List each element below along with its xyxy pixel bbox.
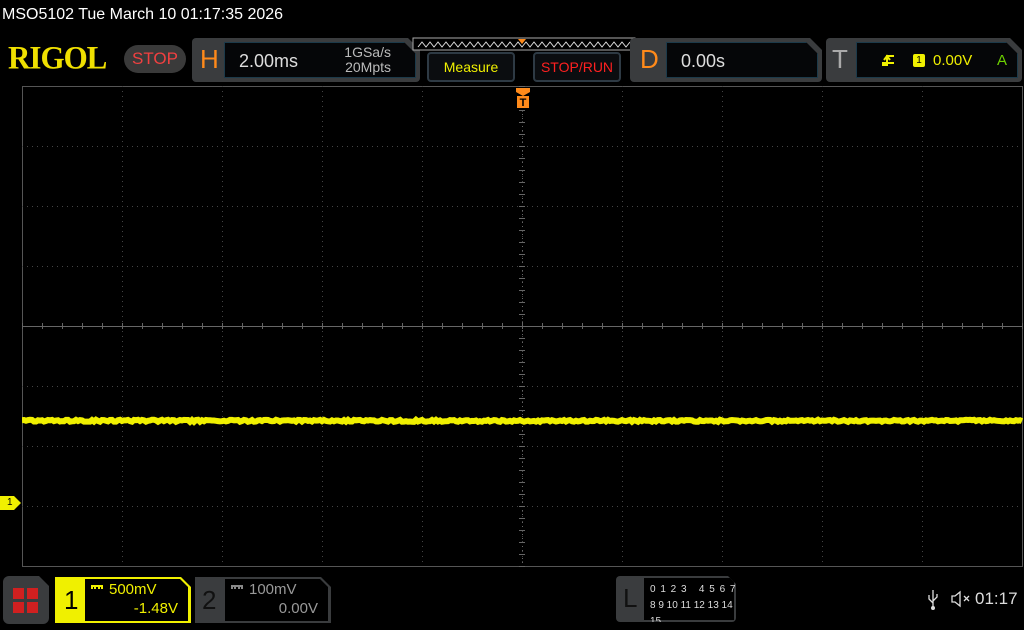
sample-rate: 1GSa/s xyxy=(344,44,391,60)
svg-text:T: T xyxy=(520,97,527,109)
waveform-display[interactable] xyxy=(22,86,1023,567)
grid-menu-icon xyxy=(13,588,39,614)
measure-button[interactable]: Measure xyxy=(427,52,515,82)
trigger-label: T xyxy=(832,39,848,79)
memory-position-bar[interactable] xyxy=(412,37,636,51)
usb-icon xyxy=(927,589,939,611)
logic-label: L xyxy=(623,583,637,614)
channel1-offset: -1.48V xyxy=(134,600,178,617)
delay-label: D xyxy=(640,39,659,79)
channel2-offset: 0.00V xyxy=(279,600,318,617)
channel1-number: 1 xyxy=(64,585,78,616)
memory-depth: 20Mpts xyxy=(345,59,391,75)
menu-button[interactable] xyxy=(3,576,49,624)
horizontal-panel[interactable]: H 2.00ms 1GSa/s 20Mpts xyxy=(192,38,420,82)
clock: 01:17 xyxy=(975,589,1018,609)
rigol-logo: RIGOL xyxy=(8,39,106,77)
run-state-badge[interactable]: STOP xyxy=(124,45,186,73)
trigger-position-icon[interactable]: T xyxy=(516,88,531,110)
timebase-value: 2.00ms xyxy=(239,51,298,72)
horizontal-label: H xyxy=(200,39,219,79)
logic-channels-row2: 8 9 10 11 12 13 14 15 xyxy=(650,598,734,630)
speaker-muted-icon[interactable] xyxy=(950,590,972,608)
trigger-panel[interactable]: T 1 0.00V A xyxy=(826,38,1022,82)
channel1-scale: 500mV xyxy=(109,581,157,598)
dc-coupling-icon xyxy=(231,585,243,589)
trigger-level: 0.00V xyxy=(933,52,972,69)
logic-panel[interactable]: L 0 1 2 3 4 5 6 7 8 9 10 11 12 13 14 15 xyxy=(616,576,736,622)
window-title: MSO5102 Tue March 10 01:17:35 2026 xyxy=(2,6,283,24)
delay-value: 0.00s xyxy=(681,51,725,72)
trigger-mode: A xyxy=(997,52,1007,69)
channel2-scale: 100mV xyxy=(249,581,297,598)
channel1-trace xyxy=(22,420,1022,422)
stop-run-button[interactable]: STOP/RUN xyxy=(533,52,621,82)
logic-channels-row1: 0 1 2 3 4 5 6 7 xyxy=(650,582,734,598)
channel1-panel[interactable]: 1 500mV -1.48V xyxy=(55,577,191,623)
channel2-number: 2 xyxy=(202,585,216,616)
dc-coupling-icon xyxy=(91,585,103,589)
delay-panel[interactable]: D 0.00s xyxy=(630,38,822,82)
channel2-panel[interactable]: 2 100mV 0.00V xyxy=(195,577,331,623)
trigger-source: 1 xyxy=(913,54,925,67)
channel1-offset-marker[interactable]: 1 xyxy=(0,496,21,510)
rising-edge-icon xyxy=(881,53,895,67)
